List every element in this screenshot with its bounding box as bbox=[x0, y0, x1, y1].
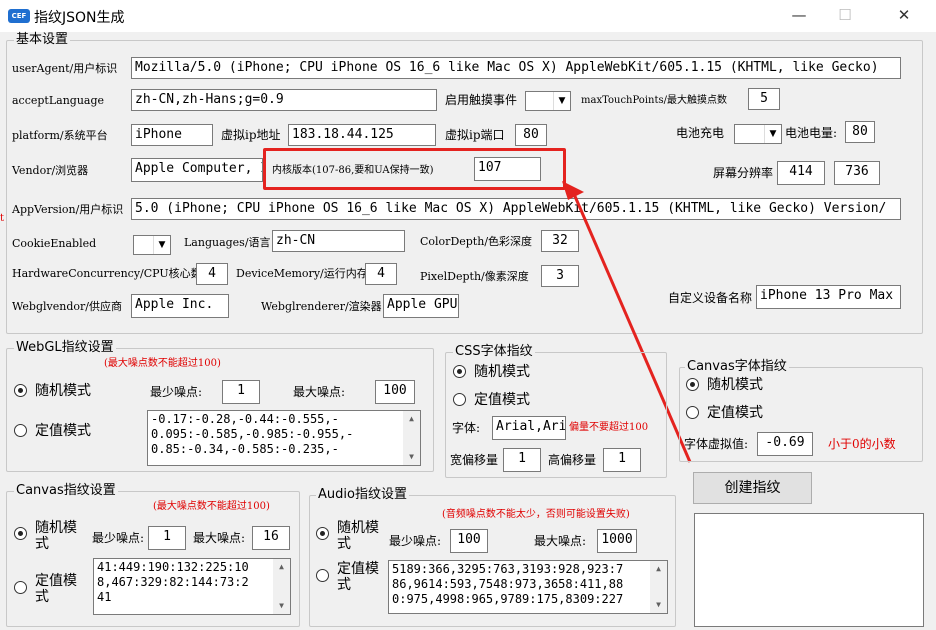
webgl-min-input[interactable]: 1 bbox=[222, 380, 260, 404]
audio-fixed-label: 定值模式 bbox=[337, 561, 379, 593]
scroll-down-icon[interactable]: ▼ bbox=[273, 598, 290, 614]
webgl-max-label: 最大噪点: bbox=[293, 385, 346, 399]
radio-unchecked-icon bbox=[686, 406, 699, 419]
textarea-line: 41:449:190:132:225:10 bbox=[97, 560, 249, 574]
webgl-random-label: 随机模式 bbox=[35, 383, 91, 399]
audio-random-radio[interactable]: 随机模式 bbox=[316, 520, 383, 552]
radio-unchecked-icon bbox=[14, 424, 27, 437]
css-font-title: CSS字体指纹 bbox=[453, 344, 535, 359]
canvas-fixed-radio[interactable]: 定值模式 bbox=[14, 573, 85, 605]
audio-max-label: 最大噪点: bbox=[534, 534, 587, 548]
canvas-title: Canvas指纹设置 bbox=[14, 483, 118, 498]
scroll-down-icon[interactable]: ▼ bbox=[403, 449, 420, 465]
css-font-input[interactable]: Arial,Arial Black bbox=[492, 416, 566, 440]
webgl-fixed-radio[interactable]: 定值模式 bbox=[14, 423, 91, 439]
radio-unchecked-icon bbox=[453, 393, 466, 406]
textarea-line: 0:975,4998:965,9789:175,8309:227 bbox=[392, 592, 624, 606]
canvas-font-random-radio[interactable]: 随机模式 bbox=[686, 377, 763, 393]
audio-title: Audio指纹设置 bbox=[316, 487, 409, 502]
webgl-fixed-textarea[interactable]: -0.17:-0.28,-0.44:-0.555,- 0.095:-0.585,… bbox=[147, 410, 421, 466]
audio-fixed-radio[interactable]: 定值模式 bbox=[316, 561, 383, 593]
textarea-line: 8,467:329:82:144:73:2 bbox=[97, 575, 249, 589]
css-width-offset-label: 宽偏移量 bbox=[450, 453, 499, 467]
canvas-min-input[interactable]: 1 bbox=[148, 526, 186, 550]
create-fingerprint-button[interactable]: 创建指纹 bbox=[693, 472, 812, 504]
audio-min-label: 最少噪点: bbox=[389, 534, 442, 548]
webgl-max-input[interactable]: 100 bbox=[375, 380, 415, 404]
webgl-random-radio[interactable]: 随机模式 bbox=[14, 383, 91, 399]
webgl-title: WebGL指纹设置 bbox=[14, 340, 116, 355]
canvas-font-fixed-radio[interactable]: 定值模式 bbox=[686, 405, 763, 421]
css-random-label: 随机模式 bbox=[474, 364, 530, 380]
audio-random-label: 随机模式 bbox=[337, 520, 379, 552]
webgl-min-label: 最少噪点: bbox=[150, 385, 203, 399]
canvas-font-random-label: 随机模式 bbox=[707, 377, 763, 393]
canvas-fixed-textarea[interactable]: 41:449:190:132:225:10 8,467:329:82:144:7… bbox=[93, 558, 291, 615]
audio-min-input[interactable]: 100 bbox=[450, 529, 488, 553]
audio-fixed-textarea[interactable]: 5189:366,3295:763,3193:928,923:7 86,9614… bbox=[388, 560, 668, 614]
radio-checked-icon bbox=[14, 527, 27, 540]
output-textarea[interactable] bbox=[694, 513, 924, 627]
canvas-random-label: 随机模式 bbox=[35, 520, 77, 552]
audio-note: (音频噪点数不能太少，否则可能设置失败) bbox=[442, 509, 630, 520]
css-height-offset-input[interactable]: 1 bbox=[603, 448, 641, 472]
css-fixed-label: 定值模式 bbox=[474, 392, 530, 408]
css-random-radio[interactable]: 随机模式 bbox=[453, 364, 530, 380]
canvas-max-label: 最大噪点: bbox=[193, 531, 246, 545]
textarea-line: 0.095:-0.585,-0.985:-0.955,- bbox=[151, 427, 354, 441]
canvas-font-note: 小于0的小数 bbox=[828, 437, 896, 451]
scroll-up-icon[interactable]: ▲ bbox=[273, 559, 290, 575]
radio-checked-icon bbox=[14, 384, 27, 397]
textarea-line: 86,9614:593,7548:973,3658:411,88 bbox=[392, 577, 624, 591]
radio-unchecked-icon bbox=[316, 569, 329, 582]
canvas-font-virtual-input[interactable]: -0.69 bbox=[757, 432, 813, 456]
canvas-font-virtual-label: 字体虚拟值: bbox=[684, 437, 749, 451]
textarea-line: 0.85:-0.34,-0.585:-0.235,- bbox=[151, 442, 339, 456]
radio-checked-icon bbox=[686, 378, 699, 391]
vertical-scrollbar[interactable]: ▲ ▼ bbox=[403, 411, 420, 465]
scroll-up-icon[interactable]: ▲ bbox=[650, 561, 667, 577]
webgl-fixed-label: 定值模式 bbox=[35, 423, 91, 439]
scroll-down-icon[interactable]: ▼ bbox=[650, 597, 667, 613]
vertical-scrollbar[interactable]: ▲ ▼ bbox=[650, 561, 667, 613]
canvas-min-label: 最少噪点: bbox=[92, 531, 145, 545]
canvas-fixed-label: 定值模式 bbox=[35, 573, 77, 605]
textarea-line: -0.17:-0.28,-0.44:-0.555,- bbox=[151, 412, 339, 426]
canvas-max-input[interactable]: 16 bbox=[252, 526, 290, 550]
scroll-up-icon[interactable]: ▲ bbox=[403, 411, 420, 427]
radio-checked-icon bbox=[453, 365, 466, 378]
css-fixed-radio[interactable]: 定值模式 bbox=[453, 392, 530, 408]
canvas-note: (最大噪点数不能超过100) bbox=[153, 501, 270, 512]
webgl-note: (最大噪点数不能超过100) bbox=[104, 358, 221, 369]
css-width-offset-input[interactable]: 1 bbox=[503, 448, 541, 472]
canvas-font-title: Canvas字体指纹 bbox=[685, 359, 789, 374]
radio-checked-icon bbox=[316, 527, 329, 540]
vertical-scrollbar[interactable]: ▲ ▼ bbox=[273, 559, 290, 614]
css-font-note: 偏量不要超过100 bbox=[569, 422, 649, 433]
canvas-random-radio[interactable]: 随机模式 bbox=[14, 520, 85, 552]
css-height-offset-label: 高偏移量 bbox=[548, 453, 597, 467]
textarea-line: 41 bbox=[97, 590, 112, 604]
textarea-line: 5189:366,3295:763,3193:928,923:7 bbox=[392, 562, 624, 576]
audio-max-input[interactable]: 1000 bbox=[597, 529, 637, 553]
radio-unchecked-icon bbox=[14, 581, 27, 594]
canvas-font-fixed-label: 定值模式 bbox=[707, 405, 763, 421]
css-font-label: 字体: bbox=[452, 421, 481, 435]
